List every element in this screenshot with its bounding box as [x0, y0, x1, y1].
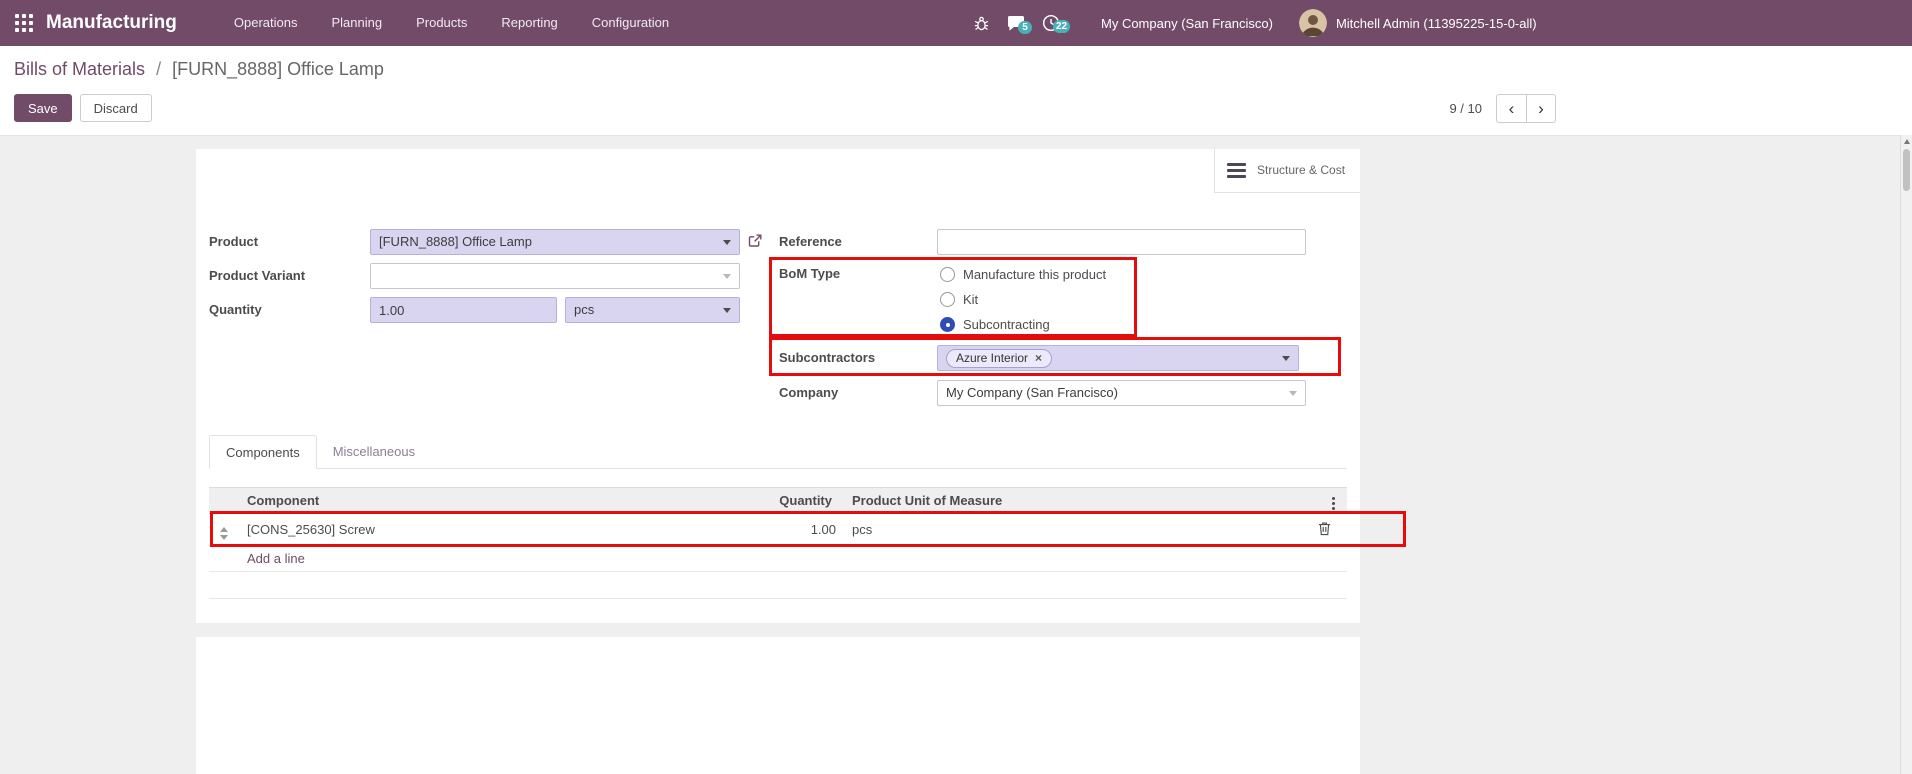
vertical-scrollbar[interactable] [1900, 135, 1912, 774]
main-menu: Operations Planning Products Reporting C… [217, 0, 686, 46]
column-component[interactable]: Component [239, 487, 606, 514]
add-line-row: Add a line [209, 545, 1347, 572]
subcontractors-field[interactable]: Azure Interior × [937, 345, 1299, 371]
scroll-up-icon[interactable] [1904, 139, 1910, 144]
breadcrumb-current: [FURN_8888] Office Lamp [172, 59, 384, 79]
column-quantity[interactable]: Quantity [606, 487, 844, 514]
pager: 9 / 10 ‹ › [1449, 94, 1556, 123]
apps-menu-icon[interactable] [15, 14, 33, 32]
column-uom[interactable]: Product Unit of Measure [844, 487, 1302, 514]
messages-button[interactable]: 5 [1007, 15, 1032, 34]
notebook-tabs: Components Miscellaneous [209, 435, 1347, 469]
company-label: Company [779, 385, 839, 400]
app-name[interactable]: Manufacturing [46, 12, 177, 34]
subcontractors-label: Subcontractors [779, 350, 876, 365]
uom-cell[interactable]: pcs [844, 513, 1302, 546]
form-actions: Save Discard [14, 94, 152, 122]
subcontractor-tag-label: Azure Interior [956, 351, 1029, 365]
breadcrumb-separator: / [156, 59, 162, 79]
bom-type-option-manufacture[interactable]: Manufacture this product [940, 266, 1106, 282]
bom-type-option-label: Manufacture this product [963, 266, 1107, 282]
product-label: Product [209, 234, 259, 249]
menu-planning[interactable]: Planning [314, 0, 399, 46]
delete-row-button[interactable] [1318, 521, 1331, 539]
dropdown-caret-icon [723, 240, 731, 245]
components-table: Component Quantity Product Unit of Measu… [209, 487, 1347, 599]
bom-type-option-subcontracting[interactable]: Subcontracting [940, 316, 1050, 332]
radio-unchecked-icon[interactable] [940, 291, 955, 307]
menu-reporting[interactable]: Reporting [484, 0, 574, 46]
radio-unchecked-icon[interactable] [940, 266, 955, 282]
tag-remove-icon[interactable]: × [1035, 352, 1042, 364]
bom-type-label: BoM Type [779, 266, 841, 281]
form-sheet: Structure & Cost Product [FURN_8888] Off… [196, 149, 1360, 623]
content-area: Structure & Cost Product [FURN_8888] Off… [0, 135, 1912, 774]
table-row[interactable]: [CONS_25630] Screw 1.00 pcs [209, 513, 1347, 546]
activities-button[interactable]: 22 [1042, 14, 1071, 33]
column-handle [209, 487, 239, 514]
menu-configuration[interactable]: Configuration [575, 0, 686, 46]
breadcrumb: Bills of Materials / [FURN_8888] Office … [14, 59, 384, 80]
add-a-line-link[interactable]: Add a line [247, 551, 305, 566]
discard-button[interactable]: Discard [79, 94, 152, 122]
dropdown-caret-icon [723, 308, 731, 313]
product-value: [FURN_8888] Office Lamp [379, 234, 532, 249]
trash-icon [1318, 521, 1331, 535]
reference-label: Reference [779, 234, 842, 249]
uom-select[interactable]: pcs [565, 297, 740, 323]
structure-cost-button[interactable]: Structure & Cost [1214, 149, 1360, 193]
structure-cost-label: Structure & Cost [1257, 162, 1346, 177]
control-panel: Bills of Materials / [FURN_8888] Office … [0, 46, 1912, 135]
empty-row [209, 571, 1347, 599]
bom-type-option-label: Kit [963, 291, 979, 307]
secondary-sheet [196, 637, 1360, 774]
debug-bug-icon[interactable] [973, 15, 990, 32]
subcontractor-tag[interactable]: Azure Interior × [946, 348, 1053, 368]
activities-badge: 22 [1053, 20, 1071, 33]
scrollbar-thumb[interactable] [1903, 149, 1910, 191]
product-variant-combo[interactable] [370, 263, 740, 289]
dropdown-caret-icon [723, 274, 731, 279]
systray: 5 22 My Company (San Francisco) Mitchell… [973, 0, 1537, 46]
radio-checked-icon[interactable] [940, 316, 955, 332]
screen: Manufacturing Operations Planning Produc… [0, 0, 1912, 774]
optional-columns-icon [1332, 502, 1335, 505]
user-menu[interactable]: Mitchell Admin (11395225-15-0-all) [1336, 16, 1537, 31]
pager-next-button[interactable]: › [1526, 94, 1556, 123]
tab-miscellaneous[interactable]: Miscellaneous [317, 435, 431, 468]
breadcrumb-bills-of-materials-link[interactable]: Bills of Materials [14, 59, 145, 79]
dropdown-caret-icon [1289, 391, 1297, 396]
optional-columns-button[interactable] [1302, 487, 1347, 514]
top-navbar: Manufacturing Operations Planning Produc… [0, 0, 1912, 46]
user-avatar[interactable] [1298, 9, 1327, 37]
company-select[interactable]: My Company (San Francisco) [937, 380, 1306, 406]
quantity-cell[interactable]: 1.00 [606, 513, 844, 546]
reference-input[interactable] [937, 229, 1306, 255]
tab-components[interactable]: Components [209, 435, 317, 469]
pager-previous-button[interactable]: ‹ [1496, 94, 1526, 123]
uom-value: pcs [574, 302, 595, 317]
messages-badge: 5 [1018, 21, 1032, 34]
chevron-right-icon: › [1538, 99, 1544, 118]
table-header-row: Component Quantity Product Unit of Measu… [209, 487, 1347, 514]
bom-type-option-label: Subcontracting [963, 316, 1050, 332]
menu-products[interactable]: Products [399, 0, 484, 46]
external-link-icon[interactable] [748, 234, 762, 251]
quantity-input[interactable] [370, 297, 557, 323]
company-value: My Company (San Francisco) [946, 385, 1118, 400]
company-switcher[interactable]: My Company (San Francisco) [1101, 16, 1273, 31]
pager-counter: 9 / 10 [1449, 101, 1482, 116]
menu-operations[interactable]: Operations [217, 0, 315, 46]
components-table-wrap: Component Quantity Product Unit of Measu… [209, 487, 1347, 599]
bom-type-option-kit[interactable]: Kit [940, 291, 978, 307]
product-combo[interactable]: [FURN_8888] Office Lamp [370, 229, 740, 255]
quantity-label: Quantity [209, 302, 262, 317]
dropdown-caret-icon [1282, 356, 1290, 361]
chevron-left-icon: ‹ [1508, 99, 1515, 118]
component-cell[interactable]: [CONS_25630] Screw [239, 513, 606, 546]
product-variant-label: Product Variant [209, 268, 306, 283]
save-button[interactable]: Save [14, 94, 72, 122]
drag-handle-icon[interactable] [220, 526, 228, 540]
hamburger-icon [1227, 160, 1246, 181]
